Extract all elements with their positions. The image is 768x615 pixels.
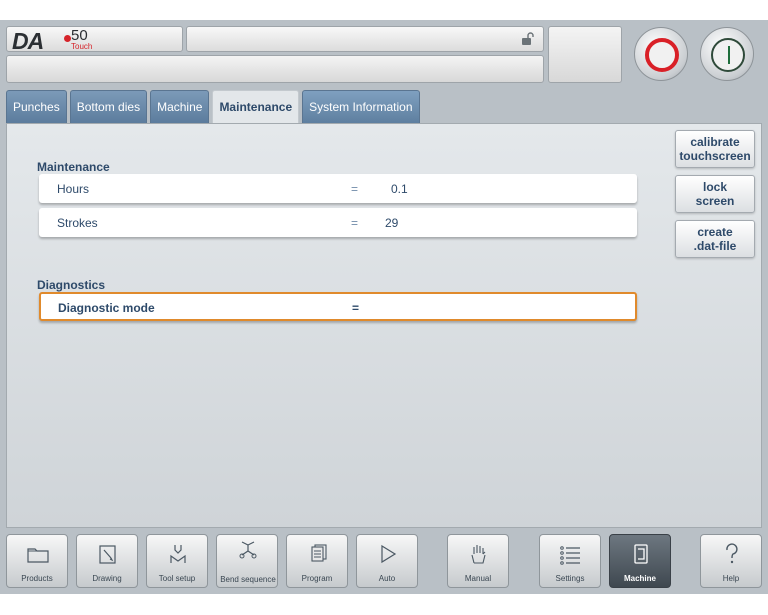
strokes-value: 29 (385, 216, 399, 230)
logo-sub: Touch (71, 42, 93, 51)
diagnostic-mode-label: Diagnostic mode (58, 301, 155, 315)
nav-program[interactable]: Program (286, 534, 348, 588)
nav-tool-setup[interactable]: Tool setup (146, 534, 208, 588)
diagnostics-title: Diagnostics (37, 278, 106, 292)
tab-bottom-dies[interactable]: Bottom dies (69, 90, 148, 123)
equals-sign: = (352, 301, 360, 315)
hours-label: Hours (57, 182, 90, 196)
help-icon (726, 543, 738, 564)
app-frame: DA 50 Touch Punches Bottom dies Machine … (0, 20, 768, 594)
tab-maintenance[interactable]: Maintenance (212, 90, 300, 123)
tool-icon (170, 545, 186, 563)
nav-bend-sequence[interactable]: Bend sequence (216, 534, 278, 588)
message-field (6, 55, 544, 83)
diagnostic-mode-row[interactable]: Diagnostic mode = (39, 292, 637, 321)
maintenance-title: Maintenance (37, 160, 110, 174)
nav-label: Machine (623, 574, 656, 583)
button-line: calibrate (690, 135, 740, 149)
strokes-row[interactable]: Strokes = 29 (39, 208, 637, 237)
machine-icon (634, 544, 648, 564)
nav-label: Program (301, 574, 333, 583)
logo: DA 50 Touch (6, 26, 183, 54)
folder-icon (27, 548, 49, 563)
tab-bar: Punches Bottom dies Machine Maintenance … (6, 90, 420, 123)
create-dat-file-button[interactable]: create .dat-file (675, 220, 755, 258)
stop-button[interactable] (634, 27, 688, 81)
nav-auto[interactable]: Auto (356, 534, 418, 588)
button-line: .dat-file (693, 239, 737, 253)
button-line: create (697, 225, 733, 239)
nav-label: Bend sequence (220, 575, 276, 584)
nav-label: Tool setup (158, 574, 196, 583)
calibrate-touchscreen-button[interactable]: calibrate touchscreen (675, 130, 755, 168)
tab-machine[interactable]: Machine (150, 90, 210, 123)
nav-products[interactable]: Products (6, 534, 68, 588)
bend-icon (239, 541, 257, 559)
button-line: lock (702, 180, 727, 194)
status-field (186, 26, 544, 52)
button-line: screen (695, 194, 735, 208)
tab-punches[interactable]: Punches (6, 90, 67, 123)
nav-label: Manual (464, 574, 492, 583)
nav-settings[interactable]: Settings (539, 534, 601, 588)
start-button[interactable] (700, 27, 754, 81)
pencil-icon (99, 545, 116, 564)
lock-screen-button[interactable]: lock screen (675, 175, 755, 213)
pages-icon (311, 544, 327, 562)
tab-system-information[interactable]: System Information (302, 90, 420, 123)
hand-icon (471, 545, 486, 564)
strokes-label: Strokes (57, 216, 98, 230)
unlock-icon[interactable] (521, 32, 535, 46)
logo-dot (64, 35, 71, 42)
hours-row[interactable]: Hours = 0.1 (39, 174, 637, 203)
nav-help[interactable]: Help (700, 534, 762, 588)
nav-manual[interactable]: Manual (447, 534, 509, 588)
nav-label: Settings (555, 574, 585, 583)
nav-label: Products (21, 574, 53, 583)
equals-sign: = (351, 216, 359, 230)
nav-label: Help (722, 574, 740, 583)
start-icon (711, 38, 745, 72)
button-line: touchscreen (679, 149, 751, 163)
mode-field (548, 26, 622, 83)
hours-value: 0.1 (391, 182, 408, 196)
content-panel: Maintenance Hours = 0.1 Strokes = 29 Dia… (6, 123, 762, 528)
play-icon (381, 544, 397, 564)
nav-machine[interactable]: Machine (609, 534, 671, 588)
list-icon (560, 546, 580, 565)
start-bar (728, 46, 730, 64)
nav-label: Auto (378, 574, 396, 583)
logo-text: DA (12, 28, 44, 54)
bottom-nav: Products Drawing Tool setup Bend sequenc… (0, 528, 768, 594)
nav-label: Drawing (92, 574, 122, 583)
stop-icon (645, 38, 679, 72)
equals-sign: = (351, 182, 359, 196)
nav-drawing[interactable]: Drawing (76, 534, 138, 588)
